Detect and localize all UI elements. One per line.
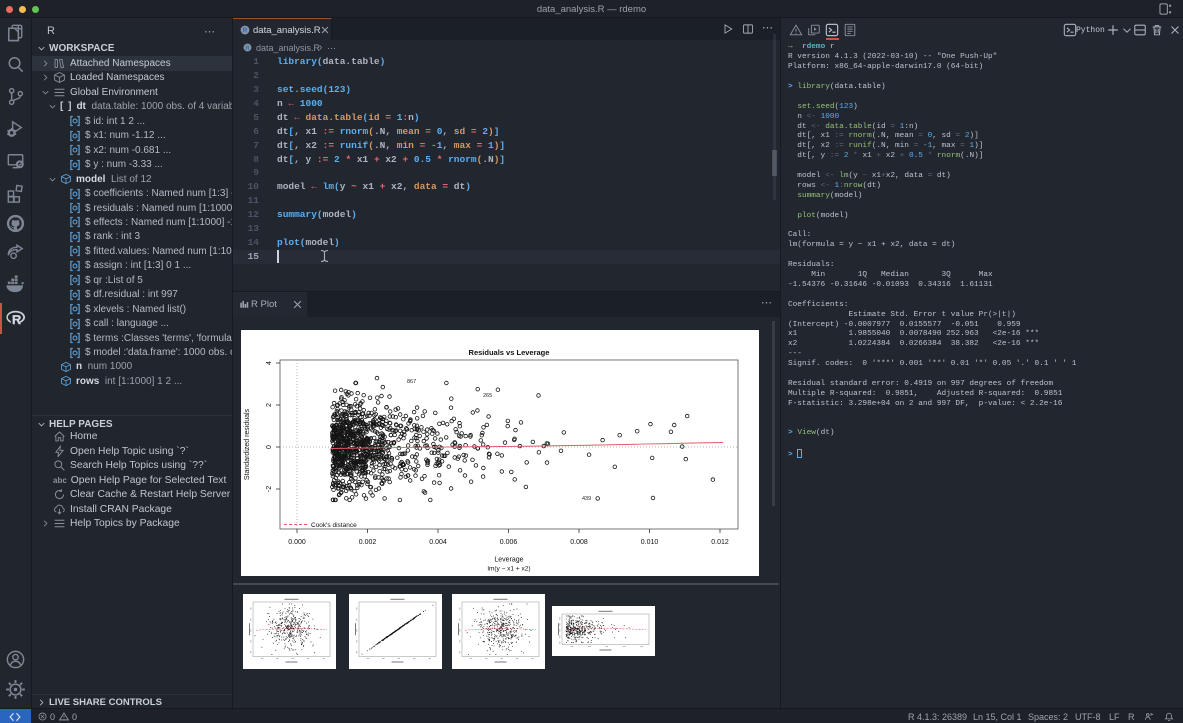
svg-text:0.006: 0.006 — [500, 539, 518, 546]
svg-text:265: 265 — [483, 393, 492, 399]
svg-text:0.004: 0.004 — [429, 539, 447, 546]
svg-text:lm(y ~ x1 + x2): lm(y ~ x1 + x2) — [488, 566, 531, 573]
svg-text:Cook's distance: Cook's distance — [311, 522, 357, 529]
svg-text:Residuals vs Leverage: Residuals vs Leverage — [469, 348, 550, 357]
svg-text:Leverage: Leverage — [494, 557, 523, 564]
svg-text:4: 4 — [266, 361, 273, 365]
svg-text:Standardized residuals: Standardized residuals — [244, 408, 251, 480]
svg-text:0: 0 — [266, 445, 273, 449]
svg-text:2: 2 — [266, 403, 273, 407]
svg-text:0.008: 0.008 — [570, 539, 588, 546]
svg-text:439: 439 — [582, 496, 591, 502]
svg-text:-2: -2 — [266, 486, 273, 492]
svg-text:0.002: 0.002 — [359, 539, 377, 546]
svg-text:867: 867 — [407, 379, 416, 385]
svg-text:0.000: 0.000 — [288, 539, 306, 546]
svg-text:0.010: 0.010 — [641, 539, 659, 546]
svg-text:0.012: 0.012 — [711, 539, 729, 546]
